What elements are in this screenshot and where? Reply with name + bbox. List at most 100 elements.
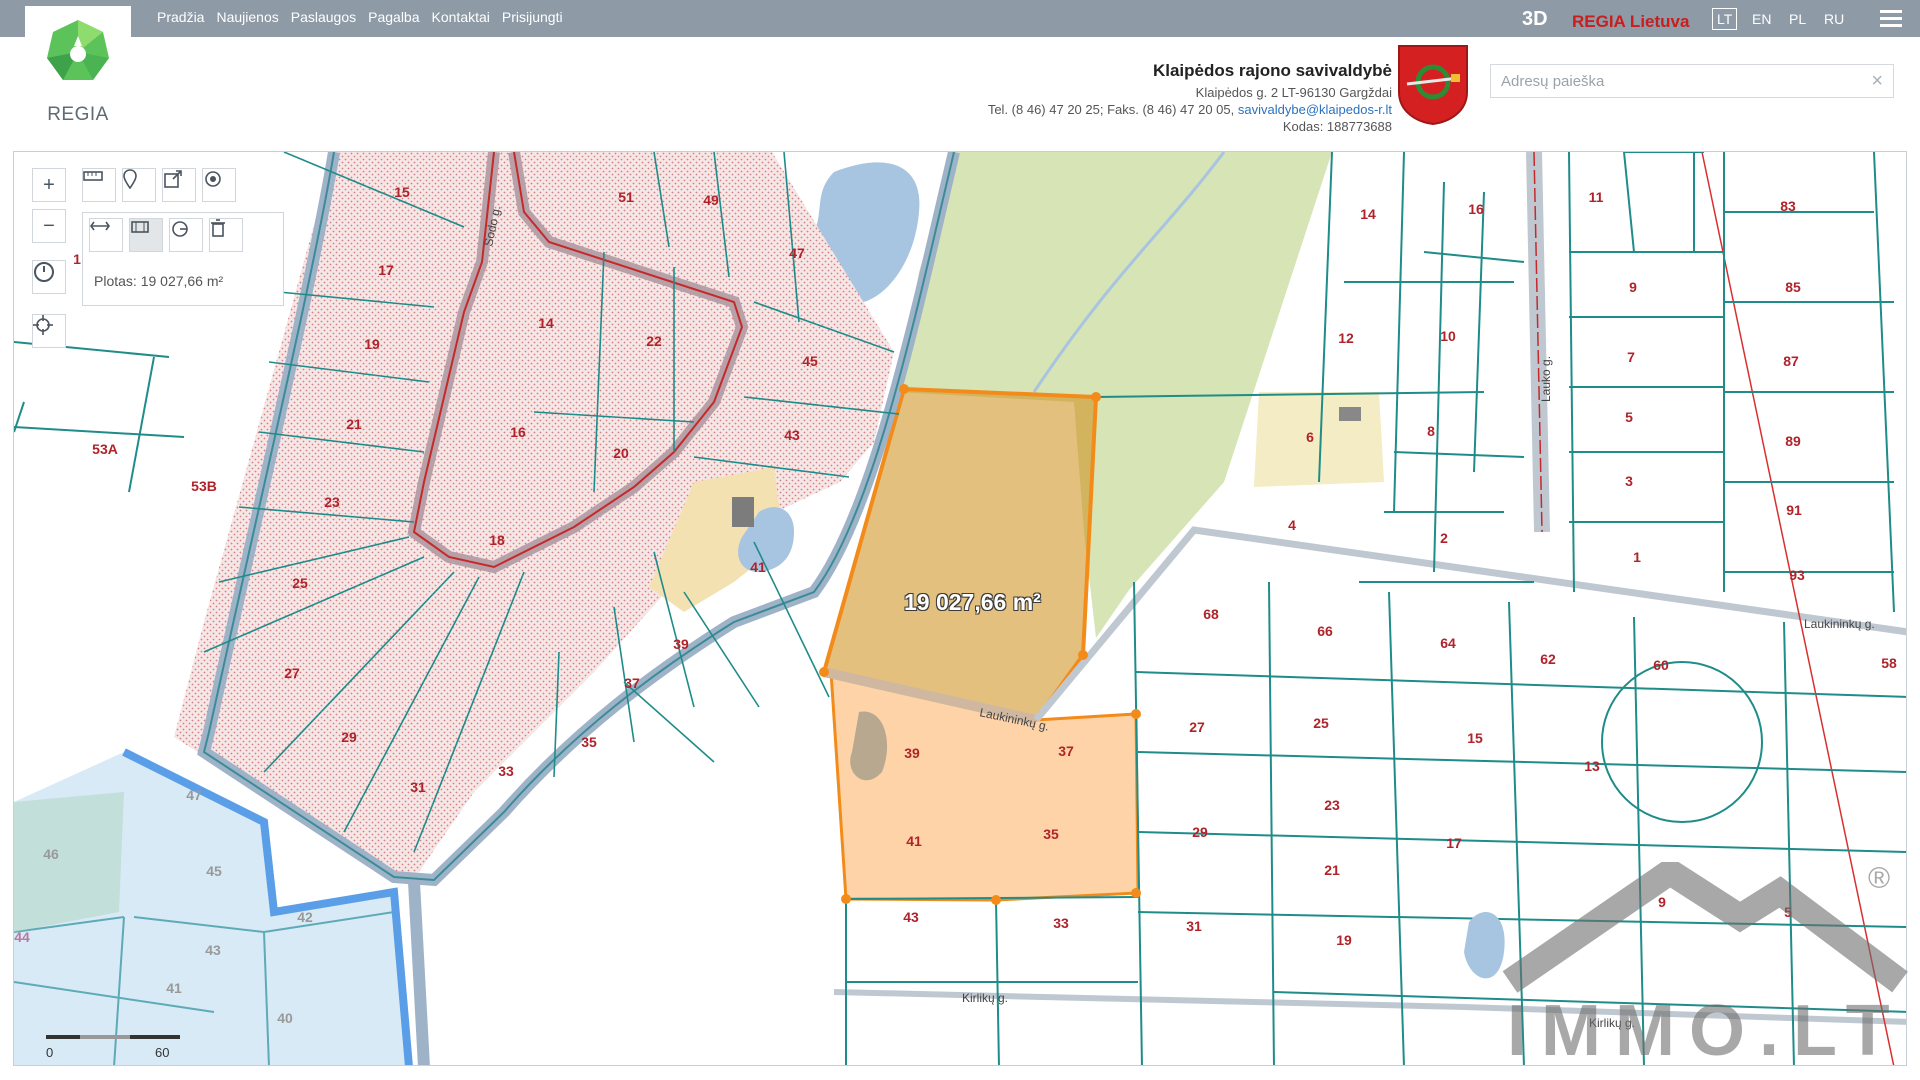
clock-icon — [34, 262, 54, 282]
regia-logo-icon — [47, 20, 109, 80]
parcel-label: 47 — [789, 245, 805, 261]
3d-button[interactable]: 3D — [1522, 8, 1548, 31]
pin-icon — [123, 169, 137, 189]
municipality-code: Kodas: 188773688 — [1282, 119, 1392, 134]
parcel-label: 27 — [284, 665, 300, 681]
parcel-label: 37 — [624, 675, 640, 691]
ruler-icon — [83, 171, 103, 181]
cadastral-map[interactable]: Sodo g. Laukininkų g. Laukininkų g. Lauk… — [13, 151, 1907, 1066]
parcel-label: 58 — [1881, 655, 1897, 671]
parcel-label: 46 — [43, 846, 59, 862]
measure-area-button[interactable] — [129, 218, 163, 252]
measure-tool-button[interactable] — [82, 168, 116, 202]
measure-radius-button[interactable] — [169, 218, 203, 252]
lang-pl[interactable]: PL — [1789, 11, 1806, 27]
zoom-in-button[interactable]: + — [32, 168, 66, 202]
parcel-label: 23 — [1324, 797, 1340, 813]
nav-contacts[interactable]: Kontaktai — [432, 9, 490, 25]
parcel-label: 33 — [498, 763, 514, 779]
street-label-kirliku: Kirlikų g. — [962, 991, 1008, 1005]
parcel-label: 11 — [1589, 189, 1604, 205]
parcel-label: 62 — [1540, 651, 1556, 667]
parcel-label: 27 — [1189, 719, 1205, 735]
parcel-label: 43 — [205, 942, 221, 958]
municipality-email[interactable]: savivaldybe@klaipedos-r.lt — [1238, 102, 1392, 117]
delete-measure-button[interactable] — [209, 218, 243, 252]
parcel-label: 21 — [1324, 862, 1340, 878]
parcel-label: 44 — [14, 929, 30, 945]
building — [1339, 407, 1361, 421]
address-search: × — [1490, 64, 1894, 98]
parcel-label: 9 — [1658, 894, 1666, 910]
parcel-label: 14 — [538, 315, 554, 331]
regia-lietuva-link[interactable]: REGIA Lietuva — [1572, 12, 1689, 32]
parcel-label: 19 — [1336, 932, 1352, 948]
parcel-label: 10 — [1440, 328, 1456, 344]
parcel-label: 1 — [1633, 549, 1641, 565]
target-button[interactable] — [202, 168, 236, 202]
trash-icon — [211, 219, 225, 237]
share-button[interactable] — [162, 168, 196, 202]
parcel-label: 47 — [186, 787, 202, 803]
zoom-out-button[interactable]: − — [32, 209, 66, 243]
road-laukininku-east — [1033, 526, 1906, 723]
parcel-label: 1 — [73, 251, 81, 267]
address-search-input[interactable] — [1499, 65, 1863, 97]
municipality-address: Klaipėdos g. 2 LT-96130 Gargždai — [1195, 85, 1392, 100]
parcel-label: 60 — [1653, 657, 1669, 673]
regia-logo[interactable]: REGIA — [25, 6, 131, 134]
parcel-label: 15 — [394, 184, 410, 200]
parcel-label: 51 — [618, 189, 634, 205]
parcel-label: 3 — [1625, 473, 1633, 489]
parcel-label: 49 — [703, 192, 719, 208]
nav-home[interactable]: Pradžia — [157, 9, 204, 25]
parcel-label: 29 — [1192, 824, 1208, 840]
area-icon — [131, 221, 149, 233]
scale-bar-segment — [80, 1035, 130, 1039]
parcel-label: 17 — [378, 262, 394, 278]
nav-services[interactable]: Paslaugos — [291, 9, 356, 25]
lang-en[interactable]: EN — [1752, 11, 1771, 27]
parcel-label: 85 — [1785, 279, 1801, 295]
roundabout — [1601, 661, 1763, 823]
parcel-label: 41 — [750, 559, 766, 575]
parcel-label: 16 — [510, 424, 526, 440]
coat-of-arms-icon — [1398, 45, 1468, 126]
parcel-label: 4 — [1288, 517, 1296, 533]
measured-area-label: 19 027,66 m² — [904, 589, 1041, 615]
parcel-label: 89 — [1785, 433, 1801, 449]
menu-icon[interactable] — [1880, 10, 1902, 31]
parcel-label: 5 — [1784, 904, 1792, 920]
clear-search-icon[interactable]: × — [1871, 70, 1883, 93]
history-button[interactable] — [32, 260, 66, 294]
parcel-label: 35 — [1043, 826, 1059, 842]
lang-lt[interactable]: LT — [1712, 8, 1738, 30]
crosshair-icon — [33, 315, 53, 335]
nav-login[interactable]: Prisijungti — [502, 9, 563, 25]
scale-distance: 60 m — [155, 1045, 170, 1065]
municipality-name: Klaipėdos rajono savivaldybė — [1152, 61, 1392, 80]
nav-help[interactable]: Pagalba — [368, 9, 419, 25]
nav-news[interactable]: Naujienos — [216, 9, 278, 25]
parcel-label: 41 — [166, 980, 182, 996]
parcel-label: 19 — [364, 336, 380, 352]
parcel-label: 22 — [646, 333, 662, 349]
measure-distance-button[interactable] — [89, 218, 123, 252]
locate-button[interactable] — [32, 314, 66, 348]
parcel-label: 33 — [1053, 915, 1069, 931]
parcel-label: 66 — [1317, 623, 1333, 639]
road-south — [408, 881, 430, 1065]
parcel-label: 53A — [92, 441, 118, 457]
green-zone-sw — [14, 792, 124, 932]
radius-icon — [172, 221, 188, 237]
distance-icon — [90, 221, 110, 231]
parcel-label: 53B — [191, 478, 217, 494]
marker-tool-button[interactable] — [122, 168, 156, 202]
parcel-label: 93 — [1789, 567, 1805, 583]
lang-ru[interactable]: RU — [1824, 11, 1844, 27]
parcel-label: 39 — [673, 636, 689, 652]
parcel-label: 12 — [1338, 330, 1354, 346]
parcel-label: 40 — [277, 1010, 293, 1026]
parcel-label: 45 — [802, 353, 818, 369]
municipality-info: Klaipėdos rajono savivaldybė Klaipėdos g… — [988, 60, 1392, 135]
